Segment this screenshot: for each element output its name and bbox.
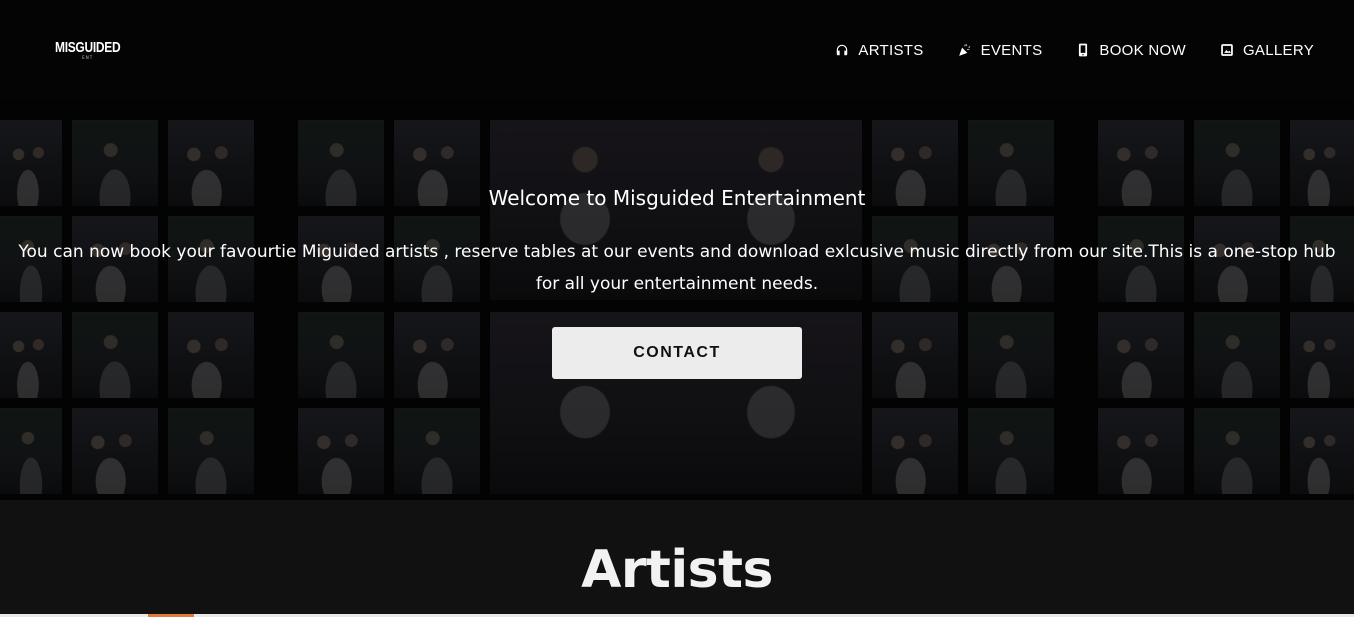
party-popper-icon [958,43,972,57]
hero-description: You can now book your favourtie Miguided… [18,242,1336,294]
hero-title: Welcome to Misguided Entertainment [488,186,866,210]
nav-item-label: GALLERY [1242,41,1314,59]
logo-subtext: ENT [82,54,94,60]
phone-icon [1076,43,1090,57]
nav-item-label: EVENTS [980,41,1043,59]
nav-item-label: BOOK NOW [1099,41,1186,59]
nav-item-events[interactable]: EVENTS [958,42,1043,59]
hero-content: Welcome to Misguided Entertainment You c… [0,100,1354,500]
headphones-icon [835,43,849,57]
navbar: MISGUIDED ENT ARTISTS EVENTS BOOK NOW GA… [0,0,1354,100]
artists-heading: Artists [581,540,773,600]
artists-section: Artists [0,500,1354,617]
contact-button[interactable]: CONTACT [552,327,802,379]
nav-item-artists[interactable]: ARTISTS [835,42,923,59]
hero-section: Welcome to Misguided Entertainment You c… [0,100,1354,500]
image-icon [1220,43,1234,57]
logo[interactable]: MISGUIDED ENT [55,37,121,60]
main-nav: ARTISTS EVENTS BOOK NOW GALLERY [835,42,1314,59]
nav-item-gallery[interactable]: GALLERY [1220,42,1314,59]
nav-item-label: ARTISTS [858,41,924,59]
logo-text: MISGUIDED [55,37,121,56]
nav-item-book-now[interactable]: BOOK NOW [1076,42,1186,59]
